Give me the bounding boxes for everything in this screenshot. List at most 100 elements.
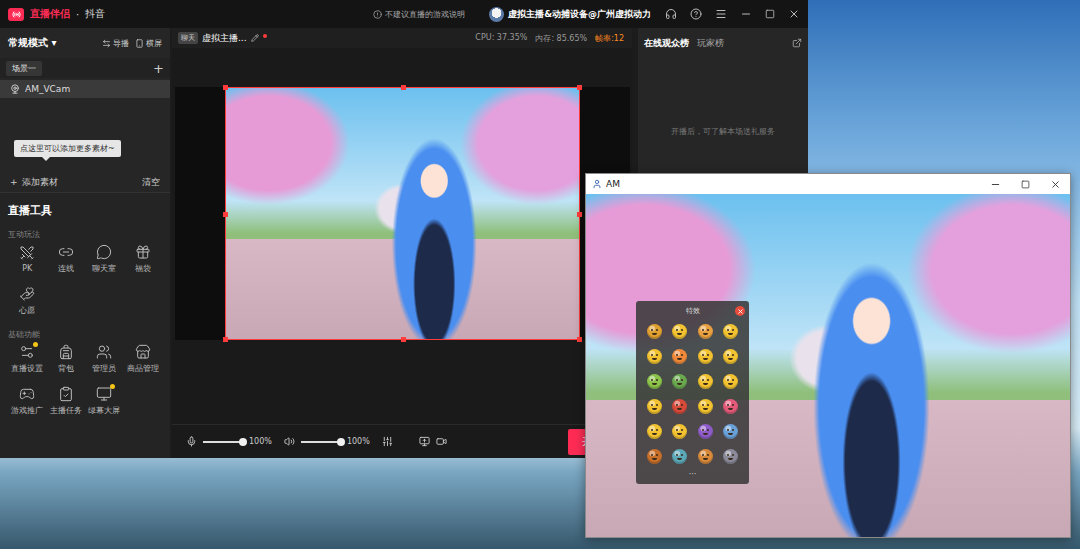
headset-icon[interactable] xyxy=(665,8,677,20)
effect-emoji[interactable] xyxy=(672,374,687,389)
tool-item[interactable]: 管理员 xyxy=(85,341,124,377)
tool-label: 心愿 xyxy=(19,305,35,316)
minimize-button[interactable] xyxy=(980,174,1010,194)
game-notice-link[interactable]: 不建议直播的游戏说明 xyxy=(373,9,465,20)
tool-item[interactable]: 游戏推广 xyxy=(8,383,47,419)
add-scene-button[interactable]: + xyxy=(153,62,164,75)
tool-item[interactable]: 直播设置 xyxy=(8,341,47,377)
tool-icon xyxy=(135,344,151,360)
popout-icon[interactable] xyxy=(792,38,802,48)
tool-icon xyxy=(19,245,35,261)
resize-handle[interactable] xyxy=(577,212,582,217)
preview-source[interactable] xyxy=(225,87,580,340)
resize-handle[interactable] xyxy=(223,85,228,90)
tool-item[interactable]: 绿幕大屏 xyxy=(85,383,124,419)
tool-label: 聊天室 xyxy=(92,263,116,274)
tool-item[interactable]: 连线 xyxy=(47,241,86,277)
effect-emoji[interactable] xyxy=(698,399,713,414)
tool-item[interactable]: 聊天室 xyxy=(85,241,124,277)
mixer-icon[interactable] xyxy=(382,436,393,447)
tool-item[interactable]: 背包 xyxy=(47,341,86,377)
tool-item[interactable]: 福袋 xyxy=(124,241,163,277)
help-icon[interactable] xyxy=(690,8,702,20)
effect-emoji[interactable] xyxy=(647,349,662,364)
effects-close-button[interactable] xyxy=(735,306,745,316)
effect-emoji[interactable] xyxy=(698,324,713,339)
resize-handle[interactable] xyxy=(223,337,228,342)
mode-select[interactable]: 常规模式 ▾ xyxy=(8,36,57,50)
effect-emoji[interactable] xyxy=(647,399,662,414)
scene-tab[interactable]: 场景一 xyxy=(6,61,42,76)
resize-handle[interactable] xyxy=(577,337,582,342)
tool-item[interactable]: 商品管理 xyxy=(124,341,163,377)
menu-icon[interactable] xyxy=(715,8,727,20)
unsaved-dot xyxy=(263,34,267,38)
mode-row: 常规模式 ▾ 导播横屏 xyxy=(0,28,170,58)
ranking-tab[interactable]: 在线观众榜 xyxy=(644,37,689,50)
platform-name: 抖音 xyxy=(85,7,105,21)
resize-handle[interactable] xyxy=(577,85,582,90)
effect-emoji[interactable] xyxy=(647,374,662,389)
effect-emoji[interactable] xyxy=(723,424,738,439)
maximize-button[interactable] xyxy=(1010,174,1040,194)
ranking-tab[interactable]: 玩家榜 xyxy=(697,37,724,50)
resize-handle[interactable] xyxy=(401,85,406,90)
tool-icon xyxy=(135,244,151,260)
edit-icon[interactable] xyxy=(251,34,259,42)
effect-emoji[interactable] xyxy=(647,324,662,339)
effect-emoji[interactable] xyxy=(672,424,687,439)
maximize-icon[interactable] xyxy=(765,9,775,19)
effect-emoji[interactable] xyxy=(698,374,713,389)
mode-action[interactable]: 导播 xyxy=(102,38,129,49)
resize-handle[interactable] xyxy=(223,212,228,217)
effect-emoji[interactable] xyxy=(672,449,687,464)
user-account[interactable]: 虚拟主播&动捕设备@广州虚拟动力 xyxy=(489,7,651,22)
clear-button[interactable]: 清空 xyxy=(142,176,160,189)
effect-emoji[interactable] xyxy=(672,324,687,339)
title-bar: 直播伴侣·抖音不建议直播的游戏说明虚拟主播&动捕设备@广州虚拟动力 xyxy=(0,0,808,28)
volume-slider[interactable] xyxy=(301,441,341,443)
am-title-bar: AM xyxy=(586,174,1070,194)
effect-emoji[interactable] xyxy=(723,399,738,414)
tool-item[interactable]: PK xyxy=(8,241,47,277)
close-icon xyxy=(737,308,744,315)
badge-dot xyxy=(33,342,38,347)
mic-icon[interactable] xyxy=(186,436,197,447)
source-actions: +添加素材 清空 xyxy=(0,172,170,192)
effects-grid xyxy=(642,324,743,464)
source-item[interactable]: AM_VCam xyxy=(0,80,170,98)
effect-emoji[interactable] xyxy=(647,424,662,439)
effect-emoji[interactable] xyxy=(723,449,738,464)
volume-slider[interactable] xyxy=(203,441,243,443)
tool-item[interactable]: 心愿 xyxy=(8,283,47,319)
effect-emoji[interactable] xyxy=(647,449,662,464)
effect-emoji[interactable] xyxy=(672,399,687,414)
minimize-icon[interactable] xyxy=(740,8,752,20)
effect-emoji[interactable] xyxy=(723,374,738,389)
more-effects[interactable]: ··· xyxy=(642,470,743,479)
screen-share-icon[interactable] xyxy=(419,436,430,447)
effect-emoji[interactable] xyxy=(698,449,713,464)
room-title[interactable]: 虚拟主播... xyxy=(202,32,247,45)
app-name: 直播伴侣 xyxy=(30,7,70,21)
effect-emoji[interactable] xyxy=(698,424,713,439)
tool-item[interactable]: 主播任务 xyxy=(47,383,86,419)
close-icon[interactable] xyxy=(788,8,800,20)
camera-icon[interactable] xyxy=(436,436,447,447)
tool-label: 主播任务 xyxy=(50,405,82,416)
minimize-icon xyxy=(990,179,1001,190)
effects-panel: 特效··· xyxy=(636,301,749,484)
speaker-icon[interactable] xyxy=(284,436,295,447)
tool-icon xyxy=(96,244,112,260)
mode-action[interactable]: 横屏 xyxy=(135,38,162,49)
add-source-button[interactable]: +添加素材 xyxy=(10,176,58,189)
close-icon xyxy=(1050,179,1061,190)
avatar xyxy=(489,7,504,22)
effect-emoji[interactable] xyxy=(672,349,687,364)
effect-emoji[interactable] xyxy=(698,349,713,364)
effect-emoji[interactable] xyxy=(723,349,738,364)
tool-label: 管理员 xyxy=(92,363,116,374)
close-button[interactable] xyxy=(1040,174,1070,194)
effect-emoji[interactable] xyxy=(723,324,738,339)
resize-handle[interactable] xyxy=(401,337,406,342)
